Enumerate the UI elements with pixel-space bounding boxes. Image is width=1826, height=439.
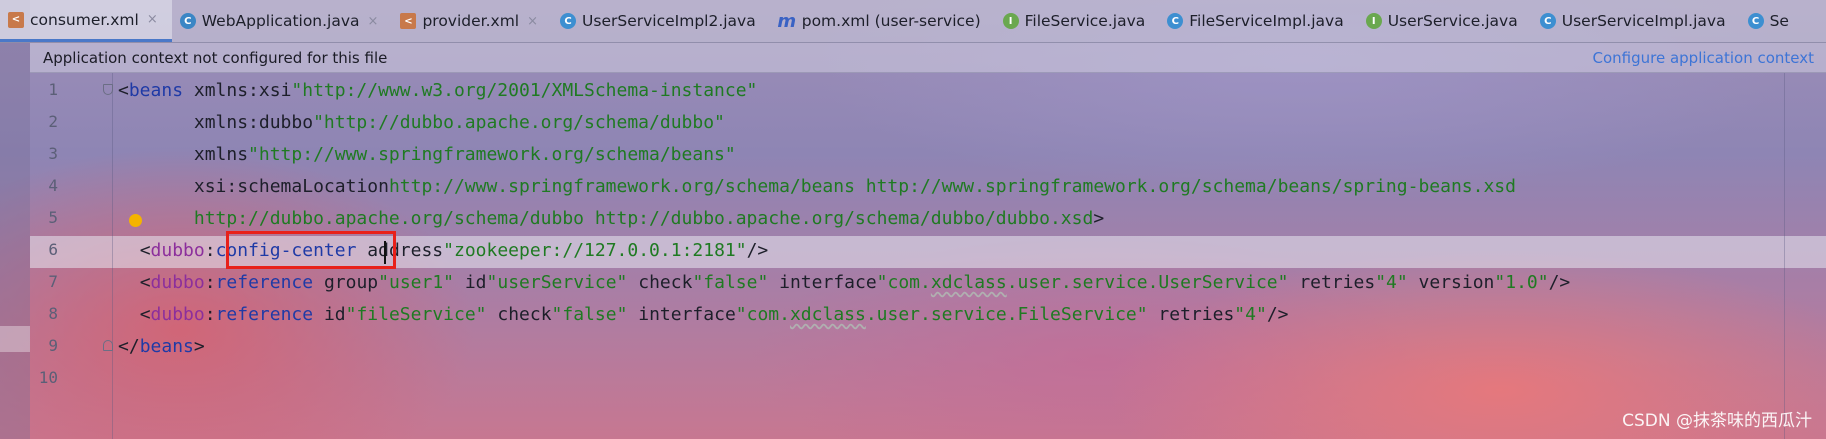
tab-label: UserService.java	[1387, 12, 1518, 30]
tab-fileservice-java[interactable]: I FileService.java	[995, 0, 1160, 42]
code-line[interactable]: <dubbo:config-center address"zookeeper:/…	[118, 235, 769, 267]
code-line[interactable]: <dubbo:reference group"user1" id"userSer…	[118, 267, 1571, 299]
tab-fileserviceimpl-java[interactable]: C FileServiceImpl.java	[1159, 0, 1357, 42]
tab-consumer-xml[interactable]: < consumer.xml ×	[0, 0, 172, 42]
tab-label: Se	[1769, 12, 1789, 30]
line-number: 10	[38, 368, 58, 387]
code-line[interactable]: xmlns"http://www.springframework.org/sch…	[118, 139, 736, 171]
annotation-highlight-box	[226, 231, 396, 269]
tab-userserviceimpl2-java[interactable]: C UserServiceImpl2.java	[552, 0, 770, 42]
class-icon: C	[1167, 13, 1184, 29]
interface-icon: I	[1002, 13, 1019, 29]
line-number: 7	[48, 272, 58, 291]
tab-label: pom.xml (user-service)	[801, 12, 981, 30]
tab-label: WebApplication.java	[201, 12, 360, 30]
fold-open-icon[interactable]	[103, 84, 113, 95]
tab-provider-xml[interactable]: < provider.xml ×	[392, 0, 552, 42]
class-icon: C	[560, 13, 577, 29]
maven-icon: m	[777, 10, 797, 32]
tab-userservice-java[interactable]: I UserService.java	[1358, 0, 1532, 42]
code-line[interactable]: </beans>	[118, 331, 205, 363]
tab-label: FileServiceImpl.java	[1189, 12, 1344, 30]
tab-label: provider.xml	[422, 12, 520, 30]
tab-userserviceimpl-java[interactable]: C UserServiceImpl.java	[1532, 0, 1740, 42]
line-number: 2	[48, 112, 58, 131]
watermark: CSDN @抹茶味的西瓜汁	[1622, 411, 1812, 431]
gutter-separator	[112, 73, 113, 439]
line-number: 1	[48, 80, 58, 99]
class-icon: C	[1539, 13, 1556, 29]
strip-marker	[0, 326, 30, 352]
line-number: 8	[48, 304, 58, 323]
code-line[interactable]: xsi:schemaLocationhttp://www.springframe…	[118, 171, 1516, 203]
tab-overflow[interactable]: C Se	[1740, 0, 1803, 42]
code-line[interactable]: <beans xmlns:xsi"http://www.w3.org/2001/…	[118, 75, 757, 107]
editor-tab-bar: < consumer.xml × C WebApplication.java ×…	[0, 0, 1826, 43]
close-icon[interactable]: ×	[527, 14, 538, 29]
right-margin-guide	[1784, 73, 1785, 439]
class-icon: C	[1747, 13, 1764, 29]
code-line[interactable]: <dubbo:reference id"fileService" check"f…	[118, 299, 1289, 331]
interface-icon: I	[1365, 13, 1382, 29]
line-number: 5	[48, 208, 58, 227]
code-line[interactable]: xmlns:dubbo"http://dubbo.apache.org/sche…	[118, 107, 725, 139]
close-icon[interactable]: ×	[147, 12, 158, 27]
tool-window-strip	[0, 0, 30, 439]
line-number: 9	[48, 336, 58, 355]
notice-message: Application context not configured for t…	[43, 48, 388, 67]
close-icon[interactable]: ×	[368, 14, 379, 29]
line-number: 3	[48, 144, 58, 163]
tab-label: consumer.xml	[30, 10, 139, 29]
tab-label: UserServiceImpl.java	[1561, 12, 1726, 30]
tab-webapplication-java[interactable]: C WebApplication.java ×	[172, 0, 393, 42]
configure-context-link[interactable]: Configure application context	[1592, 49, 1814, 67]
tab-label: UserServiceImpl2.java	[582, 12, 756, 30]
context-notice-bar: Application context not configured for t…	[30, 43, 1826, 73]
spring-class-icon: C	[179, 13, 196, 29]
xml-file-icon: <	[8, 11, 24, 28]
fold-close-icon[interactable]	[103, 340, 113, 351]
line-number: 6	[48, 240, 58, 259]
xml-file-icon: <	[400, 13, 417, 29]
tab-label: FileService.java	[1024, 12, 1146, 30]
tab-pom-xml[interactable]: m pom.xml (user-service)	[770, 0, 995, 42]
line-number: 4	[48, 176, 58, 195]
